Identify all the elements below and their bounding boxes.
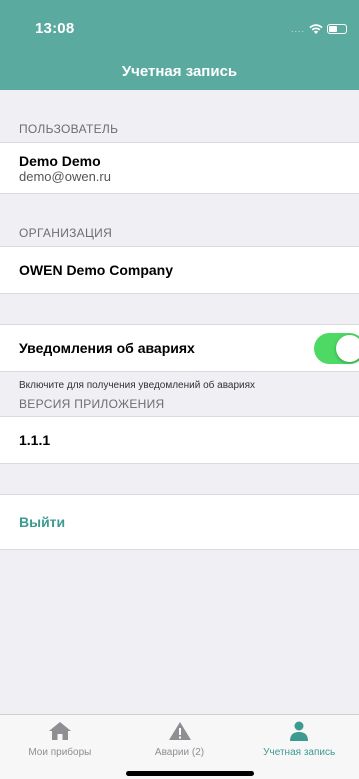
user-name: Demo Demo [19, 153, 101, 169]
alarm-notifications-toggle[interactable] [314, 332, 359, 364]
version-cell: 1.1.1 [0, 416, 359, 464]
tab-my-devices[interactable]: Мои приборы [0, 715, 120, 779]
status-icons: .... [291, 22, 347, 36]
section-header-organization: ОРГАНИЗАЦИЯ [19, 226, 113, 240]
tab-label: Учетная запись [263, 747, 336, 758]
tab-bar: Мои приборы Аварии (2) Учетная запись [0, 714, 359, 779]
toggle-knob [336, 334, 359, 362]
warning-icon [168, 722, 191, 740]
signal-icon: .... [290, 24, 305, 34]
logout-button[interactable]: Выйти [0, 494, 359, 550]
tab-alarms[interactable]: Аварии (2) [120, 715, 240, 779]
alarm-notifications-cell: Уведомления об авариях [0, 324, 359, 372]
page-title: Учетная запись [121, 63, 238, 80]
settings-list: ПОЛЬЗОВАТЕЛЬ Demo Demo demo@owen.ru ОРГА… [0, 90, 359, 550]
wifi-icon [309, 24, 323, 34]
user-email: demo@owen.ru [19, 169, 111, 184]
section-header-version: ВЕРСИЯ ПРИЛОЖЕНИЯ [19, 397, 165, 411]
organization-cell: OWEN Demo Company [0, 246, 359, 294]
section-header-user: ПОЛЬЗОВАТЕЛЬ [19, 122, 119, 136]
tab-account[interactable]: Учетная запись [239, 715, 359, 779]
user-cell: Demo Demo demo@owen.ru [0, 142, 359, 194]
alarm-notifications-footnote: Включите для получения уведомлений об ав… [19, 380, 256, 391]
status-time: 13:08 [35, 20, 75, 37]
status-bar: 13:08 .... [0, 0, 359, 44]
tab-label: Мои приборы [28, 747, 92, 758]
user-icon [290, 721, 309, 741]
nav-header: 13:08 .... Учетная запись [0, 0, 359, 90]
home-indicator [126, 771, 254, 776]
alarm-notifications-label: Уведомления об авариях [19, 340, 195, 356]
battery-icon [327, 24, 347, 34]
home-icon [48, 722, 71, 740]
tab-label: Аварии (2) [154, 747, 205, 758]
